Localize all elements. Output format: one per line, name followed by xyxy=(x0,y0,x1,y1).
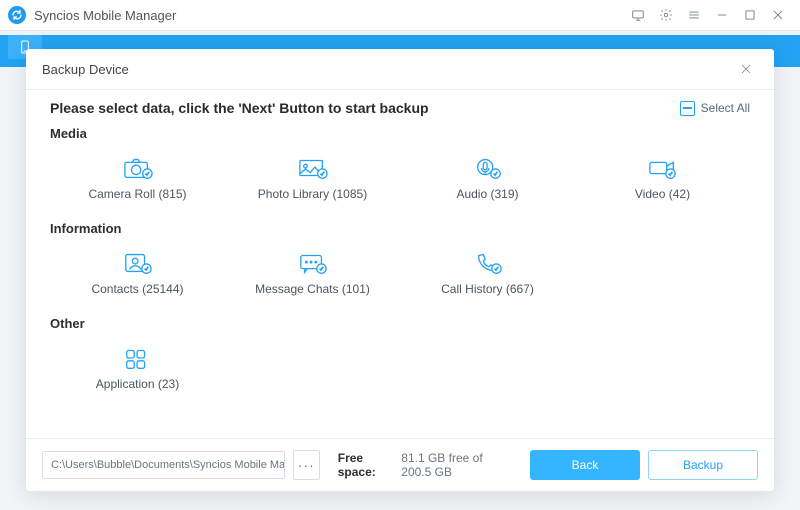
settings-icon[interactable] xyxy=(652,0,680,30)
backup-path-field[interactable]: C:\Users\Bubble\Documents\Syncios Mobile… xyxy=(42,451,285,479)
dialog-header: Backup Device xyxy=(26,49,774,90)
select-all-label: Select All xyxy=(701,101,750,115)
item-label: Audio (319) xyxy=(456,187,518,201)
monitor-icon[interactable] xyxy=(624,0,652,30)
item-label: Call History (667) xyxy=(441,282,534,296)
item-label: Camera Roll (815) xyxy=(88,187,186,201)
dialog-footer: C:\Users\Bubble\Documents\Syncios Mobile… xyxy=(26,438,774,491)
backup-button[interactable]: Backup xyxy=(648,450,758,480)
item-camera-roll[interactable]: Camera Roll (815) xyxy=(50,145,225,211)
section-title-media: Media xyxy=(50,126,750,141)
dialog-close-button[interactable] xyxy=(734,57,758,81)
item-label: Message Chats (101) xyxy=(255,282,370,296)
item-label: Application (23) xyxy=(96,377,179,391)
maximize-button[interactable] xyxy=(736,0,764,30)
item-photo-library[interactable]: Photo Library (1085) xyxy=(225,145,400,211)
section-title-information: Information xyxy=(50,221,750,236)
section-title-other: Other xyxy=(50,316,750,331)
browse-button[interactable]: ··· xyxy=(293,450,320,480)
apps-icon xyxy=(116,343,160,373)
call-icon xyxy=(466,248,510,278)
free-space-value: 81.1 GB free of 200.5 GB xyxy=(401,451,514,479)
item-contacts[interactable]: Contacts (25144) xyxy=(50,240,225,306)
item-application[interactable]: Application (23) xyxy=(50,335,225,401)
audio-icon xyxy=(466,153,510,183)
contacts-icon xyxy=(116,248,160,278)
item-audio[interactable]: Audio (319) xyxy=(400,145,575,211)
video-icon xyxy=(641,153,685,183)
camera-icon xyxy=(116,153,160,183)
app-title: Syncios Mobile Manager xyxy=(34,8,176,23)
item-call-history[interactable]: Call History (667) xyxy=(400,240,575,306)
other-grid: Application (23) xyxy=(50,335,750,401)
item-label: Contacts (25144) xyxy=(91,282,183,296)
media-grid: Camera Roll (815) Photo Library (1085) A… xyxy=(50,145,750,211)
close-button[interactable] xyxy=(764,0,792,30)
information-grid: Contacts (25144) Message Chats (101) Cal… xyxy=(50,240,750,306)
back-button[interactable]: Back xyxy=(530,450,640,480)
instruction-text: Please select data, click the 'Next' But… xyxy=(50,100,429,116)
content-area: Backup Device Please select data, click … xyxy=(0,67,800,510)
message-icon xyxy=(291,248,335,278)
free-space-label: Free space: xyxy=(338,451,394,479)
menu-icon[interactable] xyxy=(680,0,708,30)
item-message-chats[interactable]: Message Chats (101) xyxy=(225,240,400,306)
minimize-button[interactable] xyxy=(708,0,736,30)
app-logo xyxy=(8,6,26,24)
item-label: Photo Library (1085) xyxy=(258,187,367,201)
select-all-toggle[interactable]: Select All xyxy=(680,101,750,116)
select-all-checkbox-icon xyxy=(680,101,695,116)
item-video[interactable]: Video (42) xyxy=(575,145,750,211)
titlebar: Syncios Mobile Manager xyxy=(0,0,800,31)
dialog-title: Backup Device xyxy=(42,62,129,77)
backup-dialog: Backup Device Please select data, click … xyxy=(26,49,774,491)
item-label: Video (42) xyxy=(635,187,690,201)
photo-icon xyxy=(291,153,335,183)
dialog-body: Please select data, click the 'Next' But… xyxy=(26,90,774,438)
